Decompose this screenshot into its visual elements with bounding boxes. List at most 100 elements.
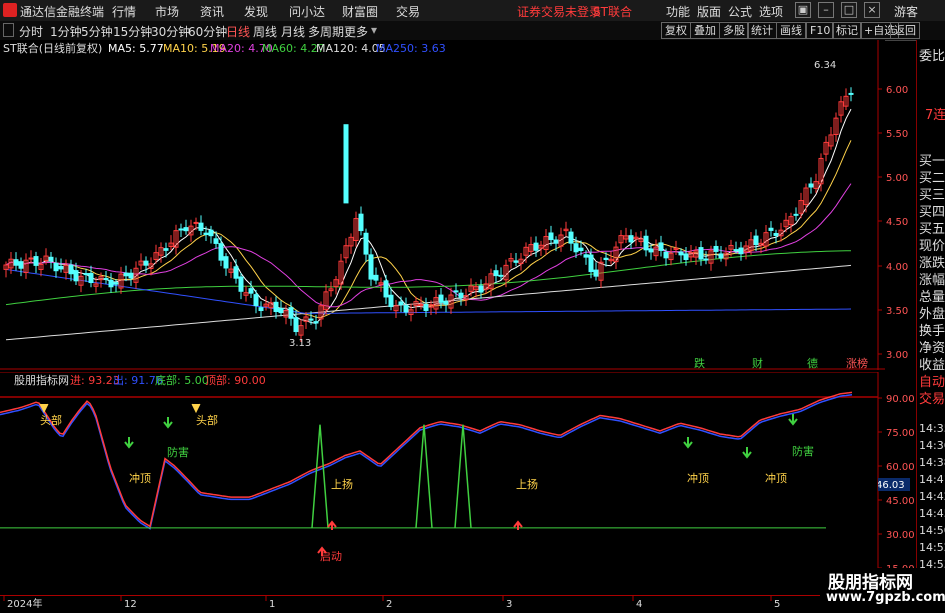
indicator-chart[interactable]: 股朋指标网 进: 93.23 出: 91.76 底部: 5.00 顶部: 90.…: [0, 371, 885, 594]
candle-body: [583, 254, 589, 258]
candle-body: [18, 261, 24, 269]
low-price-label: 3.13: [289, 338, 311, 349]
candle-body: [513, 260, 519, 263]
price-tick: 4.50: [886, 217, 908, 228]
candle-body: [278, 308, 284, 314]
annot-rise-2: 上扬: [516, 477, 538, 491]
tab-15min[interactable]: 15分钟: [113, 23, 152, 40]
draw-line-button[interactable]: 画线: [776, 22, 806, 39]
restore-rights-button[interactable]: 复权: [661, 22, 691, 39]
back-button[interactable]: 返回: [890, 22, 920, 39]
candle-body: [48, 256, 54, 262]
price-tick: 3.00: [886, 350, 908, 361]
candle-body: [663, 251, 669, 259]
marker-cai: 财: [752, 356, 763, 370]
candle-body: [718, 253, 724, 259]
candle-body: [388, 294, 394, 308]
candle-body: [193, 221, 199, 224]
trade-login-warning[interactable]: 证券交易未登录: [517, 3, 601, 20]
menu-faxian[interactable]: 发现: [244, 3, 268, 20]
candle-body: [273, 301, 279, 312]
overlay-button[interactable]: 叠加: [690, 22, 720, 39]
weibi-label: 委比: [919, 49, 945, 64]
menu-shichang[interactable]: 市场: [155, 3, 179, 20]
menu-jiaoyi[interactable]: 交易: [396, 3, 420, 20]
tab-60min[interactable]: 60分钟: [188, 23, 227, 40]
candle-body: [178, 228, 184, 231]
tab-fenshi[interactable]: 分时: [19, 23, 43, 40]
candle-body: [73, 270, 79, 282]
high-price-label: 6.34: [814, 60, 836, 71]
annot-defense-1: 防害: [167, 445, 189, 459]
menu-banmian[interactable]: 版面: [697, 3, 721, 20]
tab-1min[interactable]: 1分钟: [50, 23, 82, 40]
menu-gongneng[interactable]: 功能: [666, 3, 690, 20]
menu-gongshi[interactable]: 公式: [728, 3, 752, 20]
minimize-icon[interactable]: –: [818, 2, 834, 18]
candle-body: [698, 247, 704, 260]
candle-body: [238, 276, 244, 292]
candle-body: [588, 254, 594, 273]
statistics-button[interactable]: 统计: [747, 22, 777, 39]
candle-body: [123, 272, 129, 277]
tab-5min[interactable]: 5分钟: [81, 23, 113, 40]
app-logo-icon: [3, 3, 17, 17]
lian-label: 7连: [925, 108, 945, 123]
date-tick: 12: [124, 599, 137, 610]
menu-zixun[interactable]: 资讯: [200, 3, 224, 20]
f10-button[interactable]: F10: [806, 22, 835, 39]
tab-daily[interactable]: 日线: [226, 23, 250, 40]
mark-button[interactable]: 标记: [832, 22, 862, 39]
candle-body: [453, 290, 459, 293]
menu-xuanxiang[interactable]: 选项: [759, 3, 783, 20]
candle-body: [203, 232, 209, 236]
candle-body: [358, 213, 364, 232]
indicator-tick: 45.00: [886, 496, 915, 507]
tab-multi-period[interactable]: 多周期: [308, 23, 344, 40]
candle-body: [108, 279, 114, 288]
candle-body: [293, 317, 299, 333]
ma5-label: MA5: 5.77: [108, 42, 164, 55]
tick-time: 14:35: [919, 422, 945, 435]
price-tick: 3.50: [886, 306, 908, 317]
candle-body: [308, 318, 314, 321]
tab-monthly[interactable]: 月线: [281, 23, 305, 40]
candle-body: [253, 294, 259, 307]
candle-body: [548, 232, 554, 241]
menu-hangqing[interactable]: 行情: [112, 3, 136, 20]
candle-body: [733, 249, 739, 252]
period-toolbar: 分时 1分钟 5分钟 15分钟 30分钟 60分钟 日线 周线 月线 多周期 更…: [0, 21, 945, 41]
more-chevron-icon[interactable]: ▾: [371, 23, 377, 37]
maximize-icon[interactable]: □: [841, 2, 857, 18]
prev-icon[interactable]: [3, 23, 14, 37]
candle-body: [223, 256, 229, 269]
kline-chart[interactable]: ST联合(日线前复权) MA5: 5.77 MA10: 5.19 MA20: 4…: [0, 40, 885, 370]
marker-de: 德: [807, 356, 818, 370]
stock-name: ST联合: [593, 5, 632, 19]
candle-body: [498, 274, 504, 277]
candle-body: [793, 213, 799, 216]
candle-body: [683, 253, 689, 260]
multi-stock-button[interactable]: 多股: [719, 22, 749, 39]
menu-wenxiaoda[interactable]: 问小达: [289, 3, 325, 20]
guest-user[interactable]: 游客: [894, 3, 918, 20]
tab-more[interactable]: 更多: [344, 23, 368, 40]
candle-body: [103, 278, 109, 281]
tab-weekly[interactable]: 周线: [253, 23, 277, 40]
annot-defense-2: 防害: [792, 444, 814, 458]
y-axis-strip: 6.00 5.50 5.00 4.50 4.00 3.50 3.00 90.00 75.00 60…: [878, 85, 915, 575]
candle-body: [678, 251, 684, 256]
menu-caifuquan[interactable]: 财富圈: [342, 3, 378, 20]
candle-body: [418, 303, 424, 306]
close-icon[interactable]: ×: [864, 2, 880, 18]
tab-30min[interactable]: 30分钟: [151, 23, 190, 40]
candle-body: [53, 262, 59, 272]
candle-body: [478, 285, 484, 293]
price-tick: 6.00: [886, 85, 908, 96]
annot-top-1: 头部: [40, 413, 62, 427]
candle-body: [703, 258, 709, 261]
candle-body: [443, 300, 449, 305]
indicator-tick: 90.00: [886, 394, 915, 405]
menu-bar: 通达信金融终端 行情 市场 资讯 发现 问小达 财富圈 交易 证券交易未登录 S…: [0, 0, 945, 22]
skin-icon[interactable]: ▣: [795, 2, 811, 18]
